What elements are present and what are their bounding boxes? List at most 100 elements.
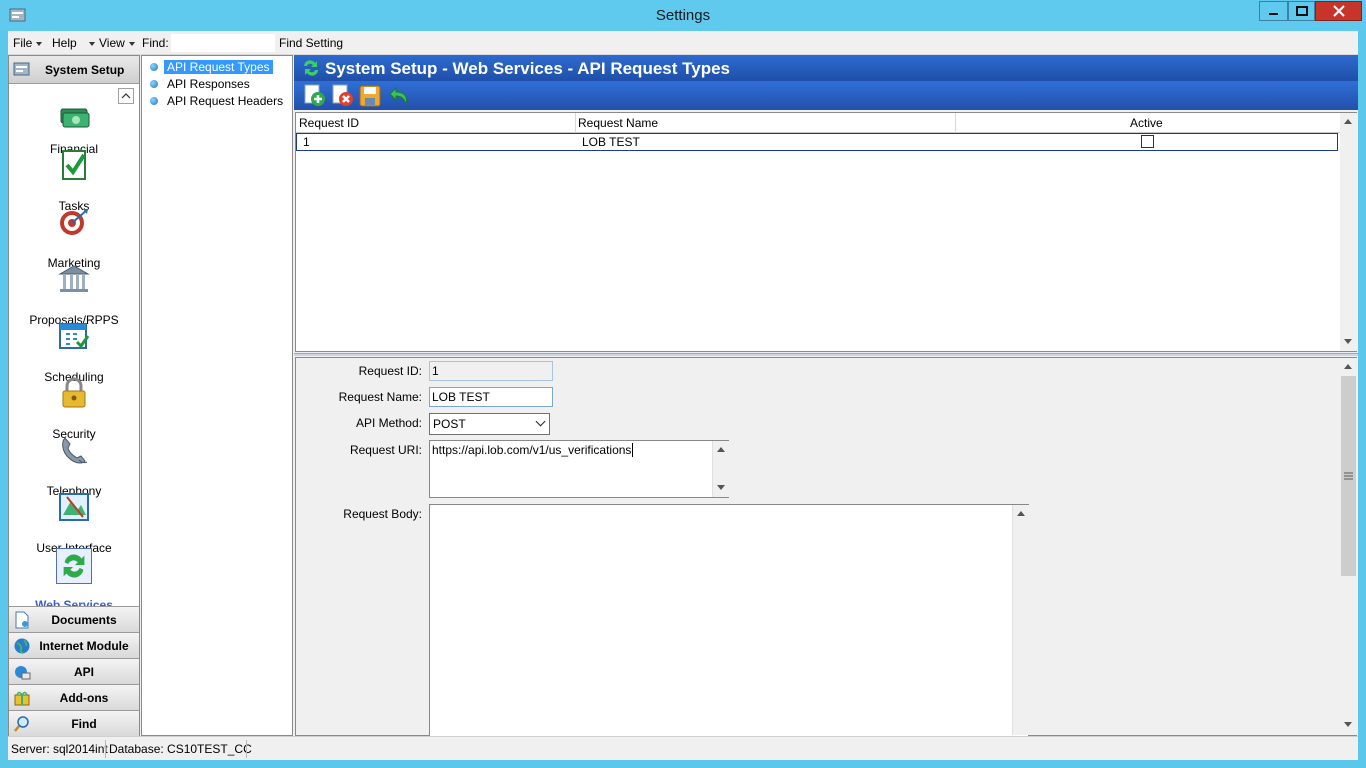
find-label: Find:: [142, 36, 169, 50]
web-services-icon: [304, 60, 318, 76]
server-status: Server: sql2014int: [11, 742, 108, 756]
tree-item-label: API Request Types: [164, 60, 273, 74]
toolbar: [294, 81, 1358, 110]
api-method-label: API Method:: [355, 416, 422, 430]
main-header: System Setup - Web Services - API Reques…: [294, 55, 1358, 81]
client-area: File Help View Find: Find Setting System…: [8, 31, 1358, 760]
chevron-down-icon: [88, 41, 95, 46]
add-button[interactable]: [303, 84, 327, 108]
bullet-icon: [150, 97, 158, 105]
request-uri-field[interactable]: https://api.lob.com/v1/us_verifications: [429, 440, 729, 498]
grip-icon: [1344, 472, 1353, 480]
bullet-icon: [150, 80, 158, 88]
save-icon: [359, 85, 381, 107]
api-method-select[interactable]: POST: [429, 413, 550, 435]
menu-help[interactable]: Help: [52, 36, 95, 50]
chevron-down-icon[interactable]: [717, 485, 725, 490]
splitter[interactable]: [294, 353, 1358, 356]
cell-request-name[interactable]: LOB TEST: [582, 135, 640, 149]
left-navigation: System Setup Financial Tasks Marketing P…: [8, 55, 140, 736]
detail-scrollbar[interactable]: [1340, 358, 1357, 735]
title-bar: Settings: [0, 0, 1366, 31]
financial-icon: [60, 108, 90, 128]
nav-section-label: Internet Module: [39, 639, 129, 653]
request-body-label: Request Body:: [343, 507, 422, 521]
request-uri-label: Request URI:: [349, 443, 422, 457]
chevron-up-icon[interactable]: [1017, 511, 1025, 516]
close-icon: [1332, 5, 1345, 17]
maximize-button[interactable]: [1288, 1, 1315, 21]
user-interface-icon: [59, 493, 89, 521]
delete-icon: [332, 84, 353, 106]
undo-icon: [389, 86, 407, 106]
cell-request-id[interactable]: 1: [303, 135, 310, 149]
grid-scrollbar[interactable]: [1340, 113, 1357, 351]
system-setup-icon: [13, 62, 30, 76]
chevron-up-icon: [121, 93, 131, 99]
close-button[interactable]: [1315, 1, 1362, 21]
chevron-down-icon: [535, 416, 546, 427]
menu-file-label: File: [13, 36, 33, 50]
chevron-down-icon[interactable]: [1344, 339, 1352, 344]
nav-section-label: API: [73, 665, 94, 679]
chevron-down-icon[interactable]: [1344, 722, 1352, 727]
active-checkbox[interactable]: [1141, 135, 1154, 148]
nav-header-system-setup[interactable]: System Setup: [9, 56, 139, 84]
nav-section-label: Add-ons: [59, 691, 109, 705]
column-header-active[interactable]: Active: [1130, 116, 1163, 130]
find-input[interactable]: [171, 34, 275, 52]
grid-header: Request ID Request Name Active: [296, 113, 1340, 133]
column-header-request-name[interactable]: Request Name: [578, 116, 658, 130]
detail-form: Request ID: 1 Request Name: LOB TEST API…: [295, 357, 1357, 739]
tree-item-label: API Responses: [167, 77, 250, 91]
request-id-field[interactable]: 1: [429, 361, 553, 381]
tree-item-label: API Request Headers: [167, 94, 284, 108]
chevron-up-icon[interactable]: [1344, 364, 1352, 369]
minimize-button[interactable]: [1259, 1, 1288, 21]
menu-help-label: Help: [52, 36, 77, 50]
request-uri-value: https://api.lob.com/v1/us_verifications: [432, 443, 632, 457]
undo-button[interactable]: [386, 84, 410, 108]
chevron-down-icon: [128, 41, 135, 46]
api-method-value: POST: [433, 417, 466, 431]
tasks-icon: [62, 150, 86, 180]
column-separator[interactable]: [955, 113, 956, 133]
nav-section-api[interactable]: API: [9, 658, 139, 684]
status-bar: Server: sql2014int Database: CS10TEST_CC: [8, 736, 1358, 760]
request-uri-scrollbar[interactable]: [712, 441, 729, 497]
request-name-field[interactable]: LOB TEST: [429, 387, 553, 407]
delete-button[interactable]: [331, 84, 355, 108]
marketing-icon: [60, 209, 88, 235]
page-title: System Setup - Web Services - API Reques…: [325, 59, 730, 78]
request-types-grid: Request ID Request Name Active 1 LOB TES…: [295, 112, 1357, 352]
request-id-label: Request ID:: [358, 364, 422, 378]
nav-section-documents[interactable]: Documents: [9, 606, 139, 632]
add-icon: [304, 84, 325, 106]
nav-scroll-up-button[interactable]: [118, 88, 134, 104]
menu-view-label: View: [99, 36, 125, 50]
main-panel: System Setup - Web Services - API Reques…: [294, 55, 1358, 739]
status-separator: [246, 740, 247, 758]
request-name-label: Request Name:: [338, 390, 422, 404]
column-header-request-id[interactable]: Request ID: [299, 116, 359, 130]
menu-file[interactable]: File: [13, 36, 43, 50]
menu-view[interactable]: View: [99, 36, 135, 50]
security-icon: [62, 377, 86, 408]
chevron-up-icon[interactable]: [717, 447, 725, 452]
chevron-up-icon[interactable]: [1344, 119, 1352, 124]
save-button[interactable]: [358, 84, 382, 108]
text-cursor: [632, 443, 634, 457]
scrollbar-thumb[interactable]: [1341, 376, 1356, 576]
nav-section-find[interactable]: Find: [9, 710, 139, 736]
find-setting-button[interactable]: Find Setting: [279, 36, 343, 50]
request-body-scrollbar[interactable]: [1012, 505, 1029, 735]
column-separator[interactable]: [575, 113, 576, 133]
request-body-field[interactable]: [429, 504, 1029, 739]
maximize-icon: [1295, 6, 1308, 16]
settings-tree: API Request Types API Responses API Requ…: [141, 55, 293, 736]
nav-section-add-ons[interactable]: Add-ons: [9, 684, 139, 710]
nav-section-internet-module[interactable]: Internet Module: [9, 632, 139, 658]
table-row[interactable]: 1 LOB TEST: [296, 133, 1338, 151]
minimize-icon: [1268, 13, 1278, 15]
nav-section-label: Find: [71, 717, 97, 731]
